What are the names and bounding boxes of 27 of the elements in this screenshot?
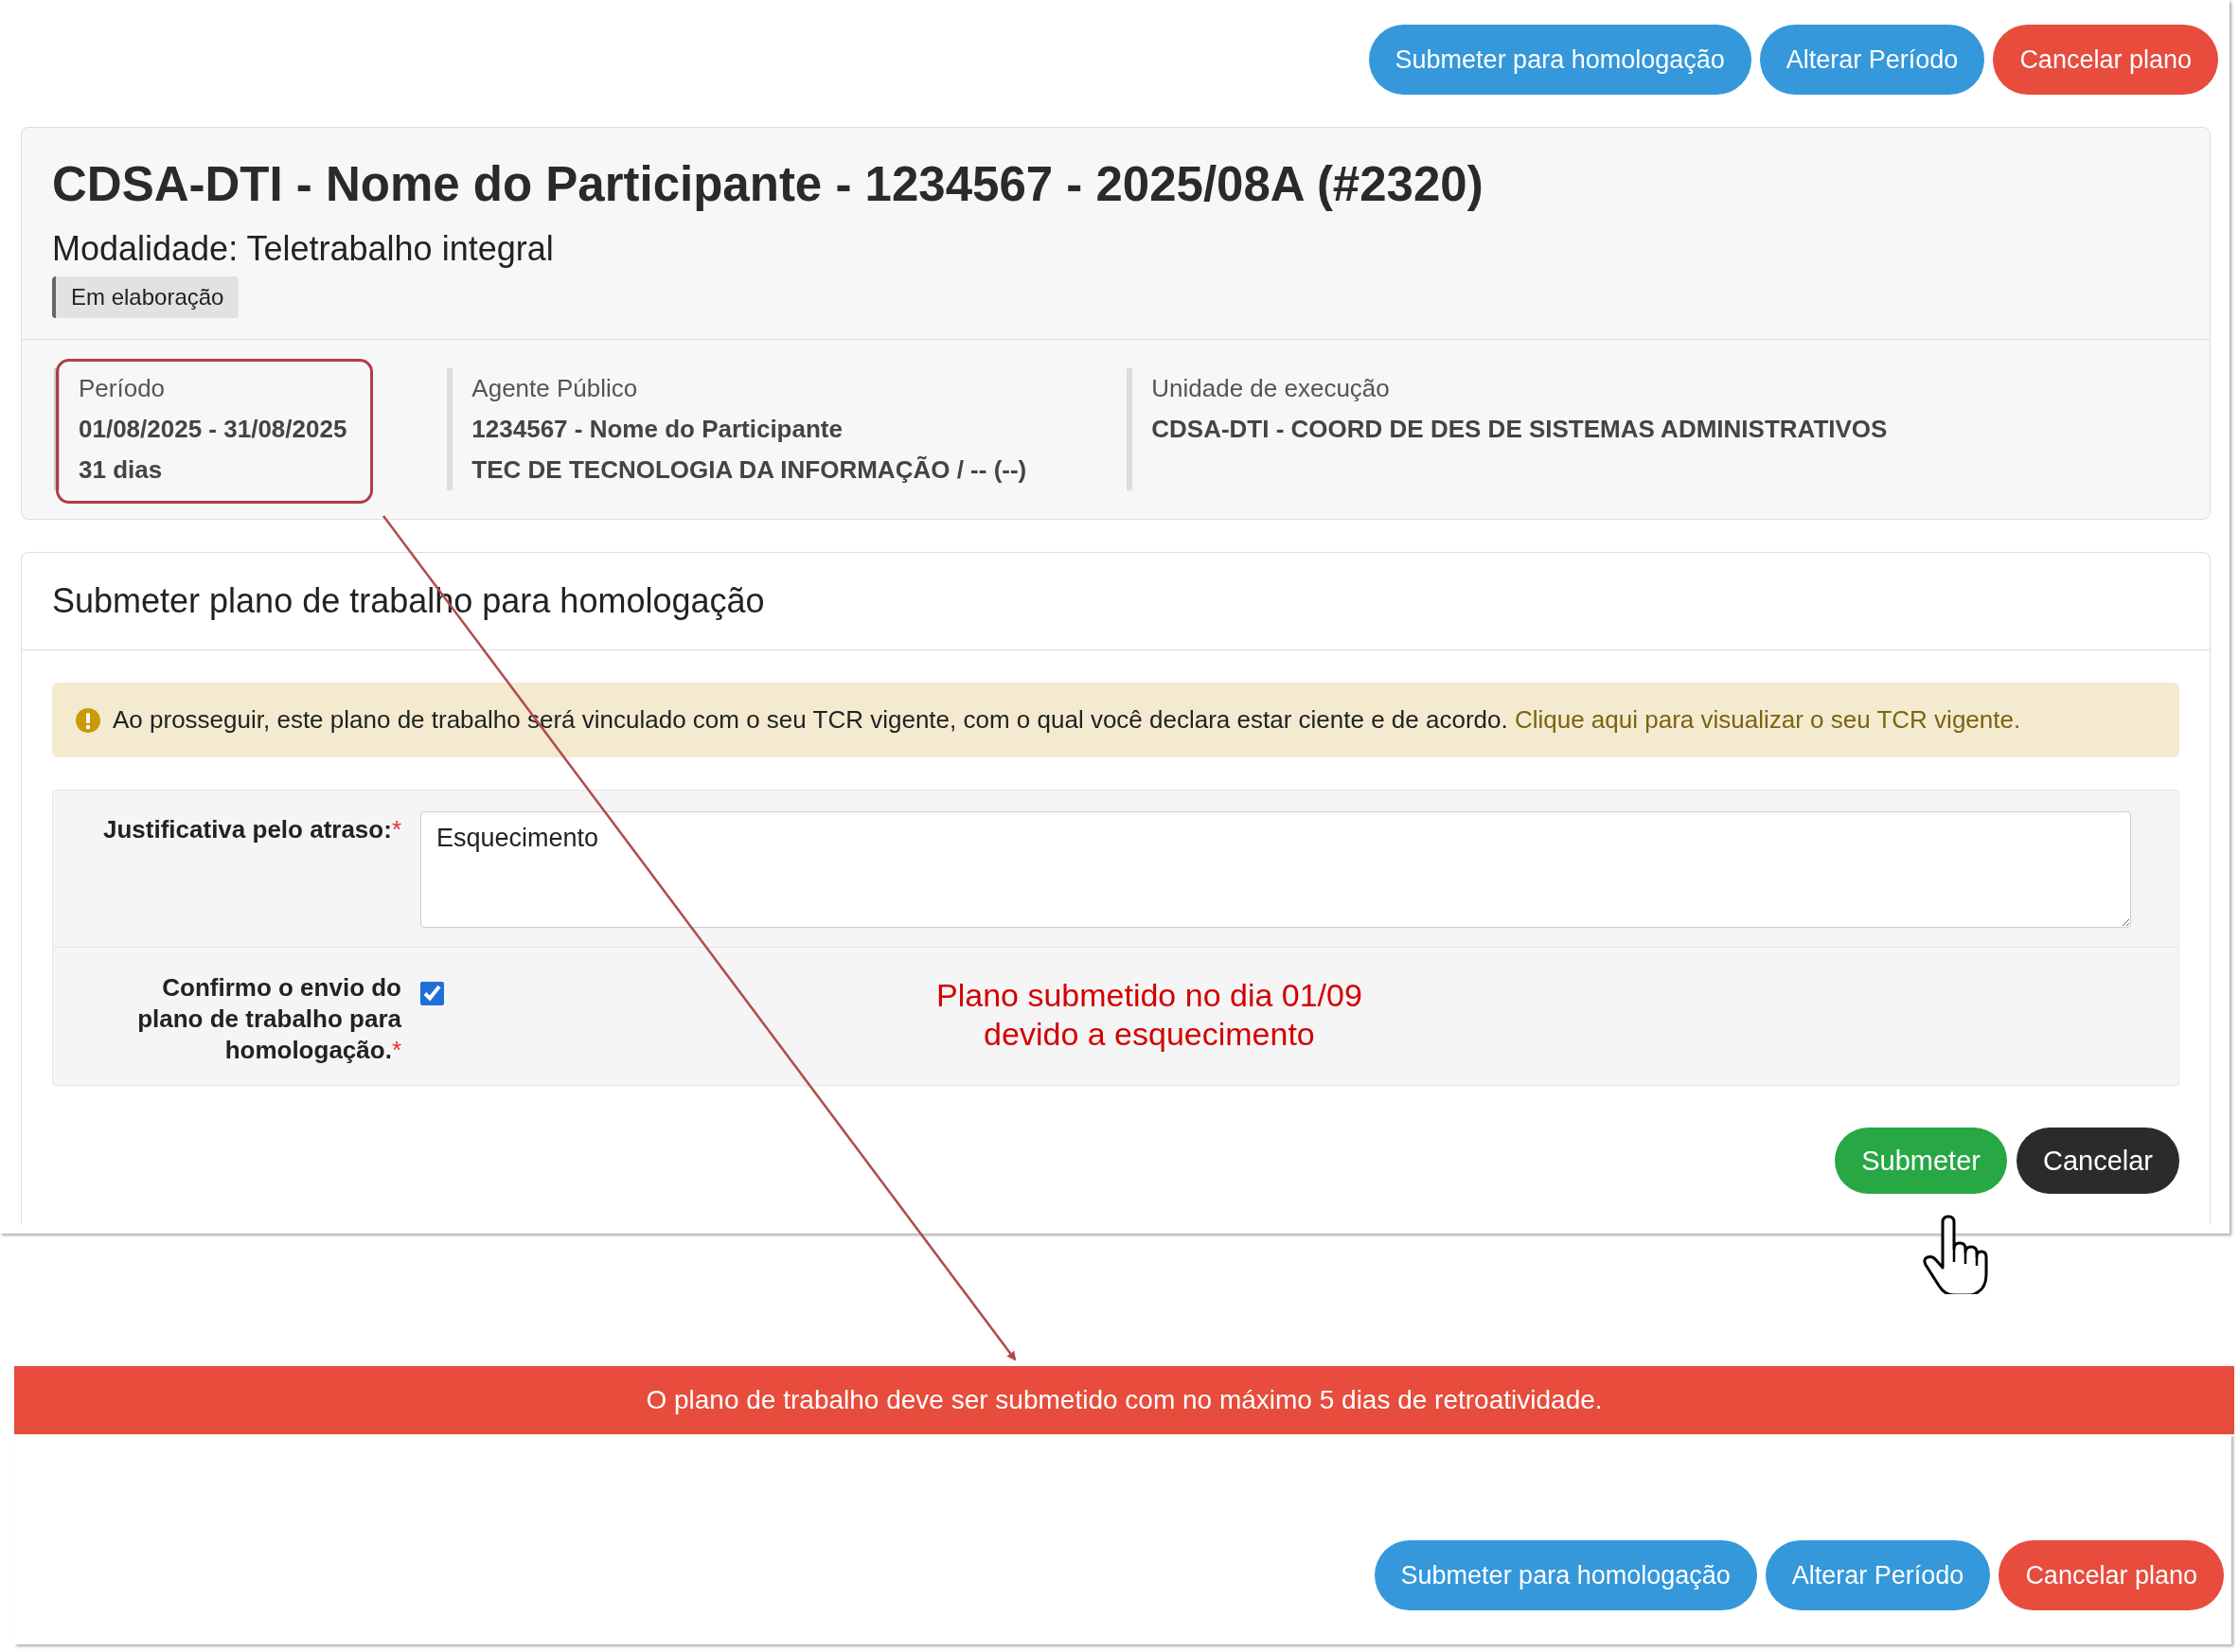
action-button[interactable]: Submeter para homologação xyxy=(1368,25,1751,95)
form-button[interactable]: Submeter xyxy=(1835,1128,2007,1194)
status-badge: Em elaboração xyxy=(52,276,240,318)
justification-field[interactable]: Esquecimento xyxy=(420,811,2131,928)
detail-value: 1234567 - Nome do Participante xyxy=(471,414,844,445)
action-button[interactable]: Cancelar plano xyxy=(1999,1540,2224,1610)
action-button[interactable]: Submeter para homologação xyxy=(1374,1540,1757,1610)
action-button[interactable]: Cancelar plano xyxy=(1993,25,2218,95)
detail-value: 31 dias xyxy=(79,454,164,486)
confirm-checkbox[interactable] xyxy=(420,982,444,1005)
action-button[interactable]: Alterar Período xyxy=(1765,1540,1991,1610)
modality-text: Modalidade: Teletrabalho integral xyxy=(52,229,555,269)
detail-value: 01/08/2025 - 31/08/2025 xyxy=(79,414,347,445)
tcr-link[interactable]: Clique aqui para visualizar o seu TCR vigente. xyxy=(1514,705,2021,734)
field-label: Justificativa pelo atraso:* xyxy=(103,815,401,844)
action-button[interactable]: Alterar Período xyxy=(1759,25,1985,95)
detail-label: Agente Público xyxy=(471,373,639,404)
detail-value: TEC DE TECNOLOGIA DA INFORMAÇÃO / -- (--) xyxy=(471,454,1027,486)
plan-title: CDSA-DTI - Nome do Participante - 1234567 - 2025/08A (#2320) xyxy=(52,156,1484,212)
annotation-note: Plano submetido no dia 01/09 devido a esquecimento xyxy=(936,976,1362,1054)
detail-label: Período xyxy=(79,373,167,404)
detail-label: Unidade de execução xyxy=(1151,373,1391,404)
warning-icon xyxy=(75,706,101,734)
field-label: Confirmo o envio do plano de trabalho para homologação.* xyxy=(136,972,401,1066)
error-banner: O plano de trabalho deve ser submetido com no máximo 5 dias de retroatividade. xyxy=(14,1366,2234,1434)
form-button[interactable]: Cancelar xyxy=(2016,1128,2179,1194)
detail-value: CDSA-DTI - COORD DE DES DE SISTEMAS ADMINISTRATIVOS xyxy=(1151,414,1888,445)
